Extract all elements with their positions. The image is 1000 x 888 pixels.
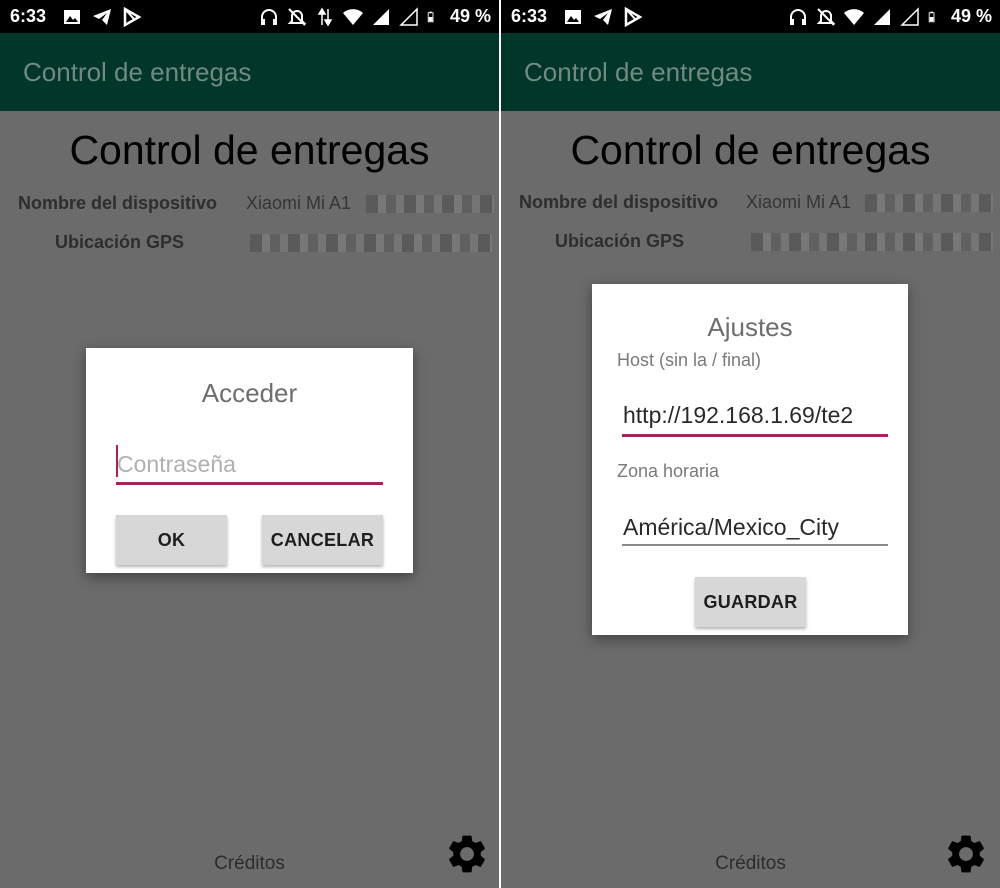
telegram-icon <box>93 9 111 25</box>
notifications-off-icon <box>287 8 307 26</box>
page-title: Control de entregas <box>570 127 931 173</box>
device-name-value: Xiaomi Mi A1 <box>746 192 852 212</box>
gps-label: Ubicación GPS <box>555 231 685 251</box>
password-input-underline <box>116 482 383 485</box>
signal-empty-icon <box>900 7 919 26</box>
status-time: 6:33 <box>10 6 47 26</box>
cancel-button[interactable]: CANCELAR <box>262 515 383 565</box>
host-input-underline <box>622 434 888 437</box>
headphones-icon <box>261 9 277 25</box>
redacted-device-id <box>865 194 993 212</box>
timezone-label: Zona horaria <box>617 461 720 481</box>
play-store-icon <box>123 7 142 27</box>
settings-screen: 6:33 49 % Control de entregas Control de… <box>501 0 1000 888</box>
device-name-value: Xiaomi Mi A1 <box>246 193 352 213</box>
host-input[interactable]: http://192.168.1.69/te2 <box>623 402 889 429</box>
page-title: Control de entregas <box>69 127 430 173</box>
headphones-icon <box>790 9 806 25</box>
signal-icon <box>373 9 389 25</box>
gps-label: Ubicación GPS <box>55 232 185 252</box>
battery-icon <box>928 11 935 23</box>
ok-button[interactable]: OK <box>116 515 227 565</box>
gear-icon[interactable] <box>444 831 490 877</box>
redacted-device-id <box>366 195 494 213</box>
save-button[interactable]: GUARDAR <box>695 577 806 627</box>
play-store-icon <box>624 7 643 27</box>
telegram-icon <box>594 9 612 25</box>
login-screen: 6:33 49 % Control de entregas Control de… <box>0 0 499 888</box>
signal-empty-icon <box>399 7 418 26</box>
host-label: Host (sin la / final) <box>617 350 762 370</box>
battery-percent: 49 % <box>449 6 491 26</box>
device-name-label: Nombre del dispositivo <box>519 192 719 212</box>
gear-icon[interactable] <box>943 831 989 877</box>
image-icon <box>64 10 80 24</box>
wifi-icon <box>844 9 864 25</box>
redacted-gps-value <box>751 233 993 251</box>
status-bar: 6:33 49 % <box>0 0 499 33</box>
notifications-off-icon <box>816 8 836 26</box>
battery-percent: 49 % <box>950 6 992 26</box>
timezone-input[interactable]: América/Mexico_City <box>623 514 889 541</box>
timezone-input-underline <box>622 544 888 546</box>
battery-icon <box>427 11 434 23</box>
credits-link[interactable]: Créditos <box>501 853 1000 875</box>
credits-link[interactable]: Créditos <box>0 853 499 875</box>
settings-dialog: Ajustes Host (sin la / final) http://192… <box>592 284 908 635</box>
status-time: 6:33 <box>511 6 548 26</box>
redacted-gps-value <box>250 234 492 252</box>
data-arrows-icon <box>317 7 333 27</box>
app-bar: Control de entregas <box>501 33 1000 111</box>
login-dialog: Acceder Contraseña OK CANCELAR <box>86 348 413 573</box>
settings-dialog-title: Ajustes <box>707 312 793 342</box>
app-bar-title: Control de entregas <box>524 57 753 87</box>
app-bar: Control de entregas <box>0 33 499 111</box>
password-input[interactable]: Contraseña <box>117 451 383 478</box>
signal-icon <box>874 9 890 25</box>
login-dialog-title: Acceder <box>201 378 298 408</box>
image-icon <box>565 10 581 24</box>
app-bar-title: Control de entregas <box>23 57 252 87</box>
status-bar: 6:33 49 % <box>501 0 1000 33</box>
wifi-icon <box>343 9 363 25</box>
device-name-label: Nombre del dispositivo <box>18 193 218 213</box>
